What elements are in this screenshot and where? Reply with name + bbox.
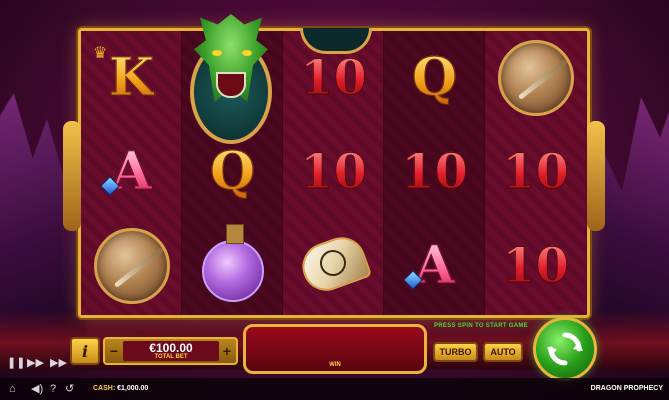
symbol-label: 10 <box>502 144 570 200</box>
spin-button[interactable] <box>533 317 597 381</box>
symbol-q: Q <box>384 31 485 125</box>
symbol-10: 10 <box>283 125 384 219</box>
spin-arrows-icon <box>547 332 583 366</box>
symbol-label: A <box>111 141 152 202</box>
symbol-label: K <box>108 47 155 108</box>
symbol-a: A <box>384 219 485 313</box>
bet-display: €100.00 TOTAL BET <box>123 341 219 361</box>
bet-amount: €100.00 <box>149 341 193 355</box>
reel-3: 10 10 <box>283 31 384 315</box>
symbol-shield <box>485 31 586 125</box>
dragon-eye-right <box>242 50 252 56</box>
play-icon[interactable]: ▶▶ <box>27 358 44 369</box>
sound-icon[interactable]: ◀) <box>31 384 43 395</box>
dragon-wild-symbol <box>176 6 288 146</box>
symbol-label: 10 <box>300 50 368 106</box>
crown-icon: ♛ <box>93 45 108 62</box>
bet-selector: − €100.00 TOTAL BET + <box>103 337 238 365</box>
potion-icon <box>201 224 264 302</box>
symbol-label: 10 <box>502 238 570 294</box>
symbol-label: 10 <box>300 144 368 200</box>
win-display: WIN <box>243 324 427 374</box>
info-button[interactable]: i <box>70 337 100 365</box>
symbol-label: A <box>414 235 455 296</box>
dragon-eye-left <box>212 50 222 56</box>
shield-icon <box>93 228 170 304</box>
cash-balance: CASH: €1,000.00 <box>93 385 148 392</box>
symbol-label: 10 <box>401 144 469 200</box>
symbol-k: ♛ K <box>81 31 182 125</box>
symbol-10: 10 <box>485 219 586 313</box>
reel-5: 10 10 <box>485 31 586 315</box>
auto-button[interactable]: AUTO <box>483 342 523 362</box>
dragon-mouth <box>216 72 246 98</box>
bet-label: TOTAL BET <box>154 354 188 360</box>
fast-forward-icon[interactable]: ▶▶ <box>50 358 67 369</box>
cash-value: €1,000.00 <box>117 385 149 392</box>
symbol-10: 10 <box>485 125 586 219</box>
home-icon[interactable]: ⌂ <box>9 384 16 395</box>
symbol-label: Q <box>209 141 256 202</box>
history-icon[interactable]: ↺ <box>65 384 74 395</box>
reel-4: Q 10 A <box>384 31 485 315</box>
symbol-potion <box>182 219 283 313</box>
cash-label: CASH: <box>93 385 116 392</box>
reel-frame: ♛ K A Q 10 10 Q 10 A 10 10 <box>63 28 605 318</box>
symbol-horn <box>283 219 384 313</box>
reel-1: ♛ K A <box>81 31 182 315</box>
turbo-button[interactable]: TURBO <box>433 342 478 362</box>
spin-prompt: PRESS SPIN TO START GAME <box>434 323 528 329</box>
win-label: WIN <box>329 362 341 368</box>
symbol-shield <box>81 219 182 313</box>
horn-icon <box>298 236 370 296</box>
info-icon: i <box>81 341 89 361</box>
pause-icon[interactable]: ❚❚ <box>7 358 25 369</box>
bet-decrease-button[interactable]: − <box>107 341 121 361</box>
shield-icon <box>497 40 574 116</box>
symbol-10: 10 <box>384 125 485 219</box>
help-icon[interactable]: ? <box>50 384 56 395</box>
symbol-label: Q <box>411 47 458 108</box>
symbol-a: A <box>81 125 182 219</box>
bet-increase-button[interactable]: + <box>220 341 234 361</box>
game-title: DRAGON PROPHECY <box>590 385 663 392</box>
